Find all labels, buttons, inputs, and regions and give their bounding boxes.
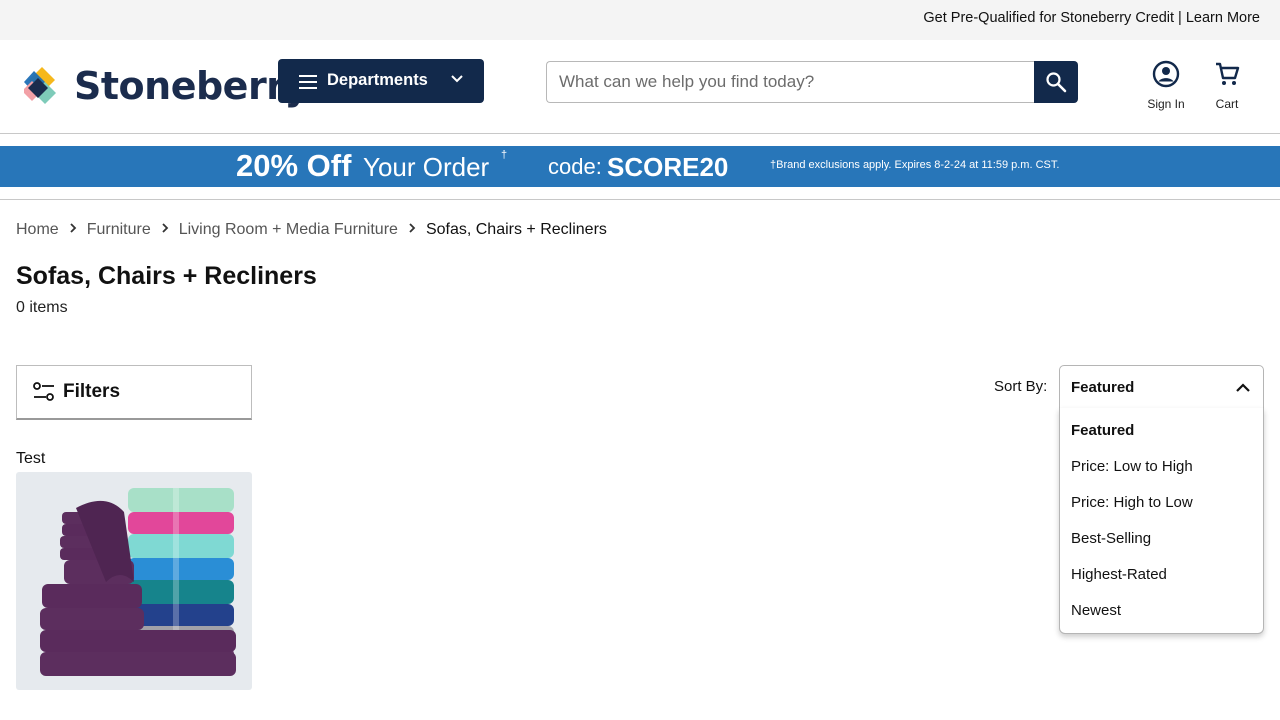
credit-banner-text: Get Pre-Qualified for Stoneberry Credit … [923, 10, 1260, 26]
item-count: 0 items [16, 299, 68, 316]
breadcrumb: Home Furniture Living Room + Media Furnitu… [16, 221, 607, 239]
sort-by-label: Sort By: [994, 378, 1048, 395]
promo-discount: 20% Off [236, 148, 352, 183]
menu-icon [299, 75, 317, 89]
departments-label: Departments [327, 71, 428, 89]
sort-dropdown[interactable]: Featured [1059, 365, 1264, 409]
promo-fine-print: †Brand exclusions apply. Expires 8-2-24 … [770, 159, 1060, 171]
sort-option-highest-rated[interactable]: Highest-Rated [1060, 557, 1263, 593]
search-input[interactable] [546, 61, 1035, 103]
breadcrumb-furniture[interactable]: Furniture [87, 221, 151, 238]
promo-code-value: SCORE20 [607, 152, 729, 182]
sort-option-featured[interactable]: Featured [1060, 413, 1263, 449]
account-icon [1152, 60, 1180, 88]
sort-option-price-low-high[interactable]: Price: Low to High [1060, 449, 1263, 485]
sign-in-label: Sign In [1147, 97, 1185, 111]
stoneberry-logo[interactable]: Stoneberry [22, 64, 309, 110]
filter-sliders-icon [33, 382, 54, 401]
chevron-down-icon [451, 75, 463, 83]
sort-options-menu: Featured Price: Low to High Price: High … [1059, 408, 1264, 634]
header-divider [0, 199, 1280, 200]
credit-separator: | [1174, 10, 1186, 26]
promo-code-label: code: [548, 154, 602, 179]
departments-button[interactable]: Departments [278, 59, 484, 103]
cart-label: Cart [1215, 97, 1239, 111]
product-image[interactable] [16, 472, 252, 690]
promo-headline: Your Order [363, 152, 490, 182]
promo-dagger: † [501, 149, 508, 161]
filters-button[interactable]: Filters [16, 365, 252, 420]
search-bar [546, 61, 1078, 103]
sign-in-button[interactable]: Sign In [1144, 60, 1188, 111]
search-icon [1046, 72, 1067, 93]
sort-option-newest[interactable]: Newest [1060, 593, 1263, 629]
learn-more-link[interactable]: Learn More [1186, 10, 1260, 26]
sort-selected-value: Featured [1071, 379, 1135, 396]
cart-button[interactable]: Cart [1209, 60, 1245, 111]
filters-label: Filters [63, 381, 121, 402]
top-utility-bar: Get Pre-Qualified for Stoneberry Credit … [0, 0, 1280, 40]
promo-banner[interactable]: 20% Off Your Order † code: SCORE20 †Bran… [0, 146, 1280, 187]
chevron-right-icon [59, 221, 87, 239]
breadcrumb-home[interactable]: Home [16, 221, 59, 238]
chevron-right-icon [398, 221, 426, 239]
page-title: Sofas, Chairs + Recliners [16, 262, 317, 290]
sort-option-price-high-low[interactable]: Price: High to Low [1060, 485, 1263, 521]
breadcrumb-current: Sofas, Chairs + Recliners [425, 221, 607, 238]
product-title[interactable]: Test [16, 450, 45, 468]
towel-set-image [40, 488, 236, 676]
prequalify-link[interactable]: Get Pre-Qualified for Stoneberry Credit [923, 10, 1174, 26]
chevron-right-icon [151, 221, 179, 239]
logo-wordmark: Stoneberry [74, 64, 309, 108]
chevron-up-icon [1236, 383, 1250, 392]
sort-option-best-selling[interactable]: Best-Selling [1060, 521, 1263, 557]
site-header: Stoneberry Departments Sign In [0, 40, 1280, 134]
search-button[interactable] [1034, 61, 1078, 103]
logo-mark-icon [22, 67, 56, 104]
cart-icon [1216, 62, 1240, 85]
breadcrumb-living-room[interactable]: Living Room + Media Furniture [179, 221, 398, 238]
